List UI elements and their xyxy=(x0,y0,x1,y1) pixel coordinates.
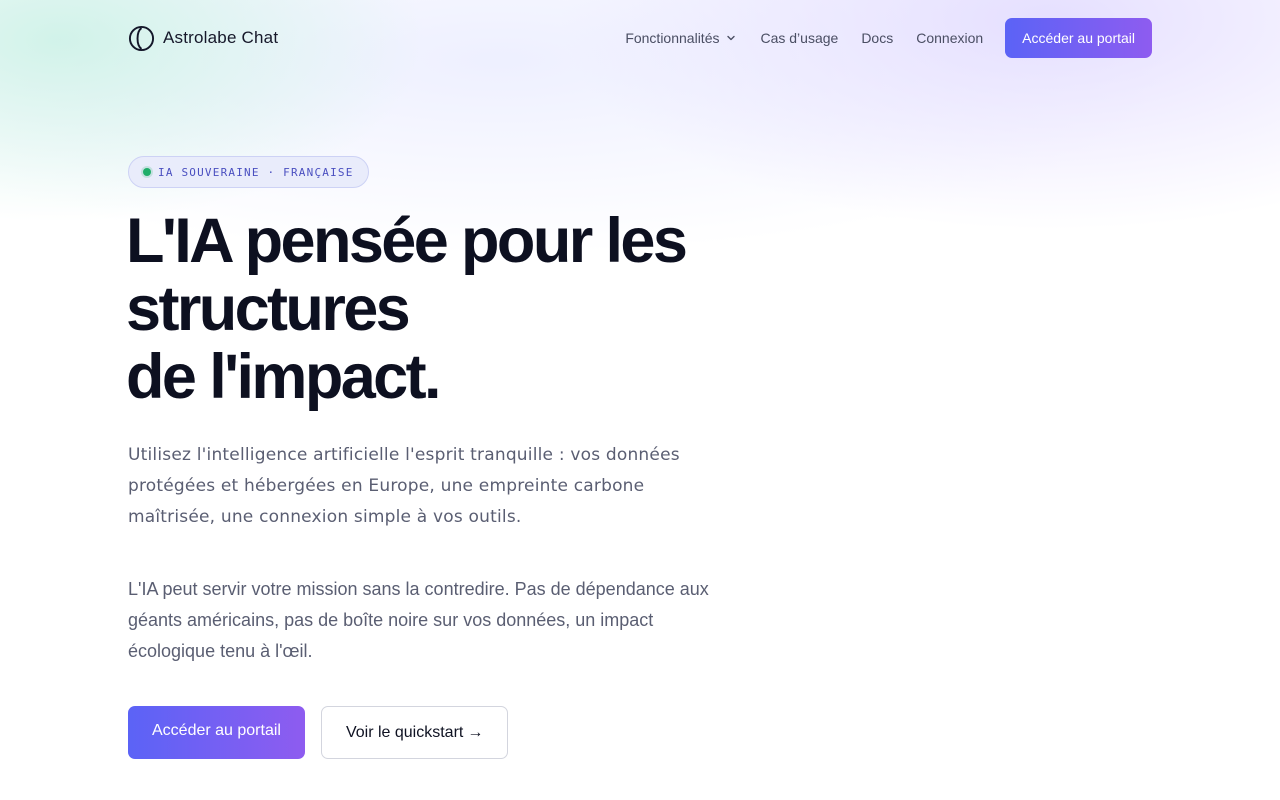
nav-item-fonctionnalites[interactable]: Fonctionnalités xyxy=(625,30,737,46)
status-dot-icon xyxy=(143,168,151,176)
hero-lead: Utilisez l'intelligence artificielle l'e… xyxy=(128,445,680,527)
quickstart-button[interactable]: Voir le quickstart → xyxy=(320,706,509,759)
astrolabe-logo-icon xyxy=(128,25,155,51)
page: Astrolabe Chat Fonctionnalités Cas d’usa… xyxy=(0,0,1280,800)
arrow-right-icon: → xyxy=(467,723,484,741)
hero-body: L'IA peut servir votre mission sans la c… xyxy=(128,579,709,661)
badge-label: IA SOUVERAINE · FRANÇAISE xyxy=(158,165,354,179)
nav-item-connexion[interactable]: Connexion xyxy=(916,30,983,46)
brand-name: Astrolabe Chat xyxy=(163,28,279,47)
sovereign-badge: IA SOUVERAINE · FRANÇAISE xyxy=(128,156,369,188)
site-header: Astrolabe Chat Fonctionnalités Cas d’usa… xyxy=(128,18,1152,58)
hero-cta-row: Accéder au portail Voir le quickstart → xyxy=(128,706,509,759)
header-portal-button[interactable]: Accéder au portail xyxy=(1005,18,1152,58)
chevron-down-icon xyxy=(727,35,736,41)
nav-item-cas-usage[interactable]: Cas d’usage xyxy=(760,30,838,46)
portal-button[interactable]: Accéder au portail xyxy=(128,706,305,759)
hero-title-line: de l'impact. xyxy=(126,342,441,412)
main-nav: Fonctionnalités Cas d’usage Docs Connexi… xyxy=(625,18,1152,58)
brand-link[interactable]: Astrolabe Chat xyxy=(128,25,278,52)
hero-title-line: structures xyxy=(126,274,411,344)
nav-item-label: Fonctionnalités xyxy=(625,30,720,46)
nav-item-docs[interactable]: Docs xyxy=(861,30,893,46)
hero-title-line: L'IA pensée pour les xyxy=(126,206,688,276)
quickstart-label: Voir le quickstart xyxy=(345,723,464,741)
hero-title: L'IA pensée pour les structures de l'imp… xyxy=(126,207,746,411)
